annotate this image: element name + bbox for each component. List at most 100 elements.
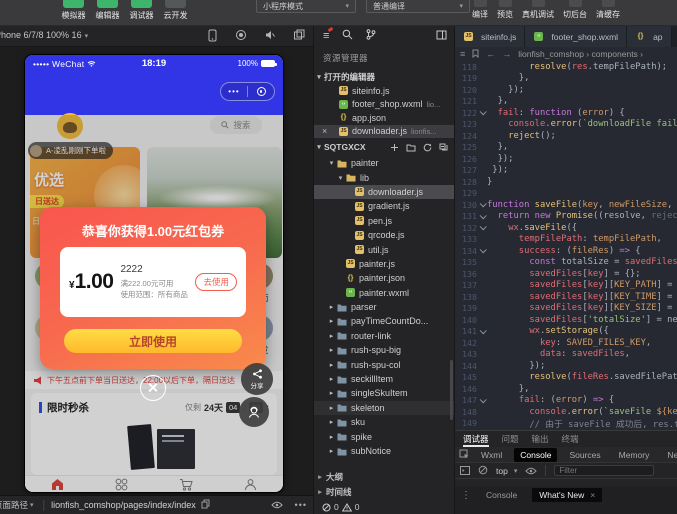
toolbar-action[interactable]: 切后台: [563, 0, 587, 20]
nav-button-cloud-dev-icon[interactable]: 云开发: [162, 0, 189, 21]
tree-item-lib[interactable]: ▾lib: [314, 170, 455, 184]
fold-chevron-icon[interactable]: [477, 329, 487, 334]
explorer-scrollbar[interactable]: [450, 360, 453, 420]
eye-icon[interactable]: [271, 496, 283, 514]
nav-button-debugger-icon[interactable]: 调试器: [128, 0, 155, 21]
tree-item-penjs[interactable]: JSpen.js: [314, 214, 455, 228]
share-button[interactable]: 分享: [241, 363, 273, 395]
tree-item-utiljs[interactable]: JSutil.js: [314, 242, 455, 256]
tree-item-sku[interactable]: ▸sku: [314, 415, 455, 429]
nav-button-editor-icon[interactable]: 编辑器: [94, 0, 121, 21]
panel-tab-输出[interactable]: 输出: [532, 431, 549, 447]
context-selector[interactable]: top ▾: [496, 466, 517, 476]
tree-item-seckillItem[interactable]: ▸seckillItem: [314, 372, 455, 386]
copy-icon[interactable]: [201, 496, 210, 514]
tree-item-skeleton[interactable]: ▸skeleton: [314, 401, 455, 415]
tree-item-payTimeCountDo[interactable]: ▸payTimeCountDo...: [314, 314, 455, 328]
new-folder-icon[interactable]: [406, 143, 416, 152]
bookmark-icon[interactable]: [472, 49, 479, 60]
devtools-tab-Netwo[interactable]: Netwo: [661, 448, 677, 462]
tree-item-painter[interactable]: ▾painter: [314, 156, 455, 170]
use-now-button[interactable]: 立即使用: [64, 329, 242, 353]
more-options-icon[interactable]: •••: [295, 500, 307, 510]
tree-item-downloaderjs[interactable]: JSdownloader.js: [314, 185, 455, 199]
tree-item-routerlink[interactable]: ▸router-link: [314, 329, 455, 343]
panel-tab-问题[interactable]: 问题: [502, 431, 519, 447]
outline-icon[interactable]: ≡: [460, 49, 465, 59]
fold-chevron-icon[interactable]: [477, 248, 487, 253]
phone-icon[interactable]: [207, 29, 218, 42]
project-section[interactable]: ▾ SQTGXCX: [314, 140, 455, 154]
device-selector[interactable]: iPhone 6/7/8 100% 16▾: [0, 30, 88, 40]
breadcrumb-path[interactable]: lionfish_comshop › components ›: [518, 49, 643, 59]
record-icon[interactable]: [235, 29, 247, 42]
open-editor-item[interactable]: {}app.json: [314, 111, 455, 125]
git-branch-icon[interactable]: [366, 27, 376, 45]
menu-icon[interactable]: ≡: [323, 30, 329, 42]
new-file-icon[interactable]: [390, 143, 399, 152]
open-editor-item[interactable]: ‹›footer_shop.wxmllio...: [314, 98, 455, 112]
panel-tab-终端[interactable]: 终端: [562, 431, 579, 447]
timeline-section[interactable]: ▸ 时间线: [314, 485, 455, 499]
filter-input[interactable]: [554, 465, 654, 476]
tree-item-subNotice[interactable]: ▸subNotice: [314, 444, 455, 458]
fold-chevron-icon[interactable]: [477, 202, 487, 207]
editor-tab[interactable]: ‹›footer_shop.wxml: [525, 26, 627, 47]
tree-item-painterjson[interactable]: {}painter.json: [314, 271, 455, 285]
close-icon[interactable]: ×: [590, 490, 595, 500]
popup-close-icon[interactable]: [140, 375, 166, 401]
tree-item-singleSkuItem[interactable]: ▸singleSkuItem: [314, 386, 455, 400]
back-icon[interactable]: ←: [486, 49, 495, 59]
customer-service-button[interactable]: [239, 397, 269, 427]
drawer-tab[interactable]: What's New×: [532, 488, 602, 502]
devtools-tab-Wxml[interactable]: Wxml: [475, 448, 508, 462]
editor-tab[interactable]: {}ap: [627, 26, 671, 47]
split-editor-icon[interactable]: [436, 27, 455, 45]
devtools-tab-Memory[interactable]: Memory: [613, 448, 656, 462]
toolbar-action[interactable]: 编译: [472, 0, 488, 20]
devtools-tab-Console[interactable]: Console: [514, 448, 557, 462]
eye-icon[interactable]: [525, 462, 537, 480]
code-area[interactable]: 118 resolve(res.tempFilePath);119 },120 …: [455, 61, 677, 430]
tree-item-spike[interactable]: ▸spike: [314, 429, 455, 443]
close-minimize-button[interactable]: [248, 87, 274, 96]
page-path-selector[interactable]: 页面路径: [0, 499, 28, 511]
console-sidebar-icon[interactable]: [460, 462, 470, 480]
tree-item-painterwxml[interactable]: ‹›painter.wxml: [314, 286, 455, 300]
tree-item-gradientjs[interactable]: JSgradient.js: [314, 199, 455, 213]
nav-button-simulator-icon[interactable]: 模拟器: [60, 0, 87, 21]
refresh-icon[interactable]: [423, 143, 432, 152]
open-editors-section[interactable]: ▾ 打开的编辑器: [314, 70, 455, 84]
fold-chevron-icon[interactable]: [477, 214, 487, 219]
open-editor-item[interactable]: JSsiteinfo.js: [314, 84, 455, 98]
toolbar-action[interactable]: 预览: [497, 0, 513, 20]
fold-chevron-icon[interactable]: [477, 398, 487, 403]
more-menu-button[interactable]: •••: [221, 87, 247, 96]
collapse-all-icon[interactable]: [439, 143, 448, 152]
tree-item-qrcodejs[interactable]: JSqrcode.js: [314, 228, 455, 242]
close-icon[interactable]: ×: [322, 126, 327, 136]
tree-item-rushspubig[interactable]: ▸rush-spu-big: [314, 343, 455, 357]
drawer-tab[interactable]: Console: [479, 488, 524, 502]
tree-item-rushspucol[interactable]: ▸rush-spu-col: [314, 357, 455, 371]
search-icon[interactable]: [342, 27, 353, 45]
tree-item-painterjs[interactable]: JSpainter.js: [314, 257, 455, 271]
mode-dropdown[interactable]: 小程序模式 ▾: [256, 0, 356, 13]
compile-dropdown[interactable]: 普通编译 ▾: [366, 0, 470, 13]
tree-item-parser[interactable]: ▸parser: [314, 300, 455, 314]
clear-console-icon[interactable]: [478, 462, 488, 480]
editor-tab[interactable]: JSsiteinfo.js: [455, 26, 525, 47]
toolbar-action[interactable]: 清缓存: [596, 0, 620, 20]
rotate-icon[interactable]: [293, 29, 305, 42]
toolbar-action[interactable]: 真机调试: [522, 0, 554, 20]
devtools-tab-Sources[interactable]: Sources: [563, 448, 606, 462]
problems-indicator[interactable]: 0 0: [322, 502, 359, 512]
mute-icon[interactable]: [264, 29, 276, 42]
go-use-button[interactable]: 去使用: [195, 273, 237, 291]
outline-section[interactable]: ▸ 大纲: [314, 470, 455, 484]
fold-chevron-icon[interactable]: [477, 225, 487, 230]
kebab-menu-icon[interactable]: ⋮: [461, 490, 471, 501]
fold-chevron-icon[interactable]: [477, 110, 487, 115]
open-editor-item[interactable]: ×JSdownloader.jslionfis...: [314, 125, 455, 139]
forward-icon[interactable]: →: [502, 49, 511, 59]
